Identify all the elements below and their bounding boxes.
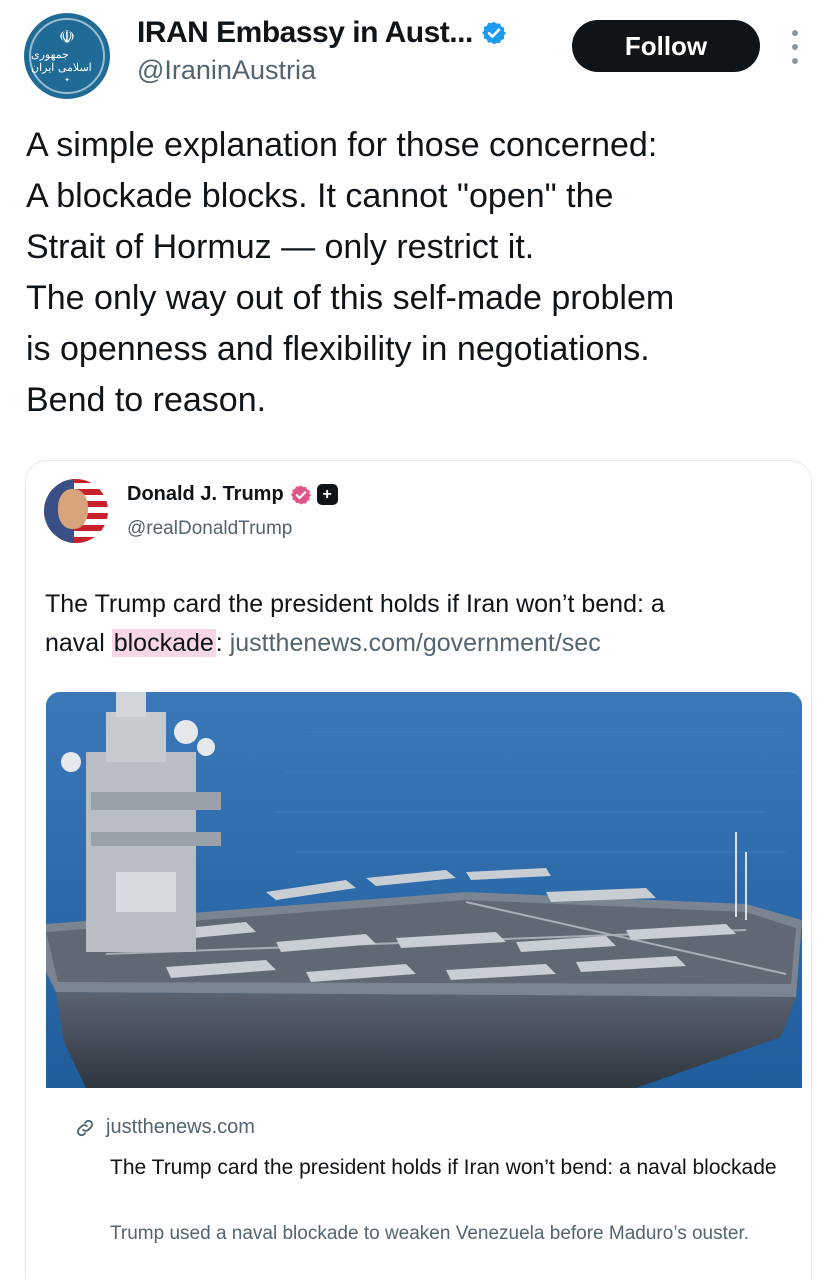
quoted-text-fragment: naval: [45, 629, 112, 657]
highlighted-word: blockade: [111, 629, 216, 657]
author-display-name[interactable]: IRAN Embassy in Aust...: [137, 16, 473, 50]
tweet-line: The only way out of this self-made probl…: [26, 279, 675, 317]
quoted-tweet-text: The Trump card the president holds if Ir…: [45, 585, 805, 663]
verified-badge-icon: [290, 484, 311, 505]
tweet-line: Strait of Hormuz — only restrict it.: [26, 228, 535, 266]
profile-avatar[interactable]: ☫ جمهوری اسلامی ایران ✦: [24, 13, 110, 99]
link-card-domain[interactable]: justthenews.com: [106, 1116, 255, 1139]
quoted-tweet-card[interactable]: Donald J. Trump + @realDonaldTrump The T…: [25, 460, 812, 1280]
tweet-line: Bend to reason.: [26, 381, 267, 419]
tweet-text: A simple explanation for those concerned…: [26, 120, 826, 426]
link-card-meta[interactable]: justthenews.com: [74, 1116, 255, 1139]
quoted-text-line: naval blockade: justthenews.com/governme…: [45, 624, 805, 663]
more-vertical-icon[interactable]: [784, 30, 806, 64]
quoted-author-name[interactable]: Donald J. Trump: [127, 483, 284, 506]
quoted-author-name-row: Donald J. Trump +: [127, 483, 338, 506]
quoted-author-handle[interactable]: @realDonaldTrump: [127, 518, 292, 540]
quoted-link[interactable]: justthenews.com/government/sec: [230, 629, 601, 657]
quoted-author-avatar[interactable]: [44, 479, 108, 543]
quoted-text-line: The Trump card the president holds if Ir…: [45, 590, 665, 618]
author-handle[interactable]: @IraninAustria: [137, 55, 316, 86]
embassy-emblem-icon: ☫ جمهوری اسلامی ایران ✦: [29, 18, 105, 94]
follow-button[interactable]: Follow: [572, 20, 760, 72]
verified-check-icon: [481, 21, 506, 45]
avatar-script: جمهوری اسلامی ایران: [31, 48, 92, 74]
quoted-text-fragment: :: [215, 629, 230, 657]
tweet-line: is openness and flexibility in negotiati…: [26, 330, 650, 368]
aircraft-carrier-image[interactable]: [46, 692, 802, 1088]
author-name-row: IRAN Embassy in Aust...: [137, 16, 507, 50]
link-card-description: Trump used a naval blockade to weaken Ve…: [110, 1223, 750, 1244]
tweet-line: A simple explanation for those concerned…: [26, 126, 658, 164]
plus-badge-icon: +: [316, 484, 338, 505]
link-card-title[interactable]: The Trump card the president holds if Ir…: [110, 1153, 790, 1183]
tweet-line: A blockade blocks. It cannot "open" the: [26, 177, 614, 215]
link-icon: [76, 1119, 94, 1136]
